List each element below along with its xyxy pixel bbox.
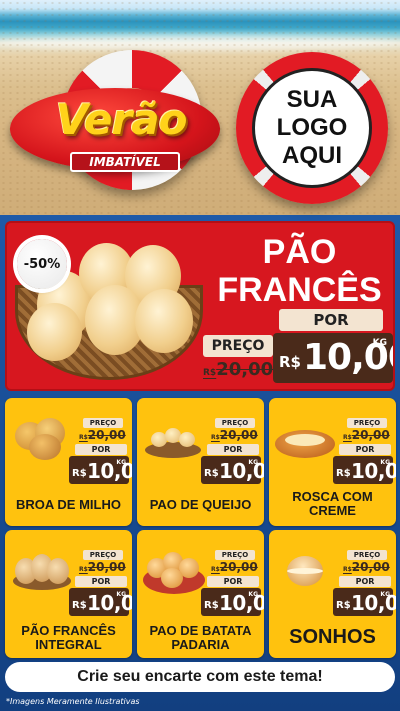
old-price-prefix: R$ [211, 566, 220, 573]
old-price-value: 20,00 [351, 428, 390, 442]
price-label: PREÇO [215, 418, 255, 428]
new-price: R$10,00KG [201, 588, 264, 616]
hero-title: PÃO FRANCÊS [212, 233, 387, 309]
logo-line: SUA [286, 86, 338, 113]
old-price: R$20,00 [211, 428, 258, 445]
por-label: POR [207, 444, 259, 455]
product-card: PREÇO R$20,00 POR R$10,00KG BROA DE MILH… [5, 398, 132, 526]
old-price-prefix: R$ [79, 566, 88, 573]
price-label: PREÇO [215, 550, 255, 560]
product-name: SONHOS [289, 626, 376, 648]
new-price: R$10,00KG [333, 588, 396, 616]
currency: R$ [336, 468, 351, 479]
product-card: PREÇO R$20,00 POR R$10,00KG PAO DE BATAT… [137, 530, 264, 658]
discount-badge: -50% [17, 239, 67, 289]
unit: KG [380, 459, 390, 466]
por-label: POR [75, 576, 127, 587]
old-price-prefix: R$ [203, 368, 217, 378]
new-price: R$10,00KG [69, 588, 132, 616]
old-price-value: 20,00 [219, 560, 258, 574]
verao-badge: Verão IMBATÍVEL [10, 48, 230, 208]
old-price-prefix: R$ [343, 566, 352, 573]
old-price-value: 20,00 [87, 428, 126, 442]
old-price: R$20,00 [79, 560, 126, 577]
badge-subtitle: IMBATÍVEL [70, 152, 180, 172]
sonho-image [273, 548, 337, 594]
hero-title-line: PÃO [262, 233, 337, 271]
price-label: PREÇO [83, 418, 123, 428]
broa-image [9, 416, 73, 462]
unit: KG [116, 459, 126, 466]
logo-text: SUA LOGO AQUI [252, 68, 372, 188]
old-price: R$20,00 [343, 560, 390, 577]
product-name: PAO DE BATATA PADARIA [149, 623, 252, 652]
por-label: POR [207, 576, 259, 587]
currency: R$ [204, 468, 219, 479]
unit: KG [248, 591, 258, 598]
old-price: R$20,00 [203, 359, 273, 380]
bread-roll-image [135, 289, 193, 353]
price-label: PREÇO [203, 335, 273, 357]
product-name: PÃO FRANCÊS INTEGRAL [21, 623, 116, 652]
bread-roll-image [27, 303, 82, 361]
hero-offer: -50% PÃO FRANCÊS POR PREÇO R$20,00 R$ 10… [5, 221, 395, 391]
por-label: POR [339, 444, 391, 455]
old-price-prefix: R$ [343, 434, 352, 441]
currency: R$ [72, 600, 87, 611]
new-price: R$ 10,00 KG [273, 333, 393, 383]
currency: R$ [72, 468, 87, 479]
price-label: PREÇO [347, 418, 387, 428]
product-card: PREÇO R$20,00 POR R$10,00KG PÃO FRANCÊS … [5, 530, 132, 658]
unit: KG [380, 591, 390, 598]
logo-placeholder: SUA LOGO AQUI [236, 52, 388, 204]
por-label: POR [279, 309, 383, 331]
cta-banner[interactable]: Crie seu encarte com este tema! [5, 662, 395, 692]
badge-title: Verão [55, 95, 188, 144]
old-price: R$20,00 [343, 428, 390, 445]
unit: KG [372, 338, 387, 348]
currency: R$ [336, 600, 351, 611]
old-price-prefix: R$ [79, 434, 88, 441]
currency: R$ [204, 600, 219, 611]
unit: KG [116, 591, 126, 598]
logo-line: AQUI [282, 142, 342, 169]
new-price: R$10,00KG [333, 456, 396, 484]
por-label: POR [75, 444, 127, 455]
rosca-image [273, 416, 337, 462]
old-price-value: 20,00 [87, 560, 126, 574]
old-price-prefix: R$ [211, 434, 220, 441]
currency: R$ [279, 353, 301, 371]
pao-de-queijo-image [141, 416, 205, 462]
old-price: R$20,00 [211, 560, 258, 577]
old-price-value: 20,00 [216, 359, 274, 380]
new-price: R$10,00KG [201, 456, 264, 484]
pao-integral-image [9, 548, 73, 594]
disclaimer: *Imagens Meramente Ilustrativas [6, 697, 140, 706]
product-card: PREÇO R$20,00 POR R$10,00KG PAO DE QUEIJ… [137, 398, 264, 526]
logo-line: LOGO [276, 114, 348, 141]
product-name: ROSCA COM CREME [292, 489, 373, 518]
price-label: PREÇO [83, 550, 123, 560]
pao-de-batata-image [141, 548, 205, 594]
price-label: PREÇO [347, 550, 387, 560]
old-price: R$20,00 [79, 428, 126, 445]
unit: KG [248, 459, 258, 466]
old-price-value: 20,00 [219, 428, 258, 442]
old-price-value: 20,00 [351, 560, 390, 574]
por-label: POR [339, 576, 391, 587]
product-name: PAO DE QUEIJO [149, 497, 252, 512]
hero-title-line: FRANCÊS [217, 271, 382, 309]
new-price: R$10,00KG [69, 456, 132, 484]
product-card: PREÇO R$20,00 POR R$10,00KG SONHOS [269, 530, 396, 658]
product-card: PREÇO R$20,00 POR R$10,00KG ROSCA COM CR… [269, 398, 396, 526]
product-name: BROA DE MILHO [16, 497, 121, 512]
